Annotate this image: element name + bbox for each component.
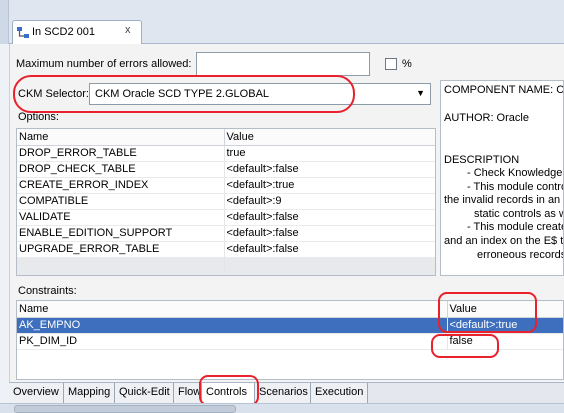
annotation-circle-false bbox=[431, 334, 499, 358]
knowledge-module-description: COMPONENT NAME: CKM AUTHOR: Oracle DESCR… bbox=[440, 80, 564, 276]
table-row[interactable]: UPGRADE_ERROR_TABLE <default>:false bbox=[17, 241, 435, 258]
max-errors-input[interactable] bbox=[196, 52, 370, 76]
option-value[interactable]: <default>:false bbox=[224, 209, 435, 226]
dropdown-arrow-icon[interactable]: ▼ bbox=[416, 88, 425, 98]
editor-tab-in-scd2[interactable]: In SCD2 001 x bbox=[12, 20, 142, 45]
description-line: the invalid records in an e bbox=[444, 194, 564, 206]
percent-label: % bbox=[402, 58, 412, 70]
tab-execution[interactable]: Execution bbox=[311, 383, 368, 403]
annotation-circle-controls bbox=[199, 375, 259, 406]
tab-flow[interactable]: Flow bbox=[174, 383, 202, 403]
table-row[interactable]: DROP_ERROR_TABLE true bbox=[17, 145, 435, 162]
close-icon[interactable]: x bbox=[125, 24, 131, 36]
editor-tab-label: In SCD2 001 bbox=[32, 26, 95, 38]
constraints-label: Constraints: bbox=[18, 285, 77, 297]
table-row[interactable]: COMPATIBLE <default>:9 bbox=[17, 193, 435, 210]
annotation-circle-value bbox=[438, 292, 537, 333]
option-name: COMPATIBLE bbox=[17, 193, 225, 210]
description-line: - This module control bbox=[467, 181, 564, 193]
constraint-name: PK_DIM_ID bbox=[17, 333, 448, 350]
option-name: ENABLE_EDITION_SUPPORT bbox=[17, 225, 225, 242]
option-name: UPGRADE_ERROR_TABLE bbox=[17, 241, 225, 258]
description-line: COMPONENT NAME: CKM bbox=[444, 84, 564, 96]
tab-scenarios[interactable]: Scenarios bbox=[255, 383, 311, 403]
options-header-name[interactable]: Name bbox=[17, 129, 225, 146]
constraints-header-name[interactable]: Name bbox=[17, 301, 448, 318]
tab-mapping[interactable]: Mapping bbox=[64, 383, 115, 403]
description-line: AUTHOR: Oracle bbox=[444, 112, 529, 124]
table-row[interactable]: VALIDATE <default>:false bbox=[17, 209, 435, 226]
max-errors-label: Maximum number of errors allowed: bbox=[16, 58, 192, 70]
tab-quick-edit[interactable]: Quick-Edit bbox=[115, 383, 174, 403]
options-header-value[interactable]: Value bbox=[224, 129, 435, 146]
description-line: and an index on the E$ ta bbox=[444, 235, 564, 247]
table-row[interactable]: CREATE_ERROR_INDEX <default>:true bbox=[17, 177, 435, 194]
description-line: static controls as w bbox=[474, 208, 564, 220]
option-value[interactable]: true bbox=[224, 145, 435, 162]
description-line: - Check Knowledge M bbox=[467, 167, 564, 179]
table-row[interactable]: DROP_CHECK_TABLE <default>:false bbox=[17, 161, 435, 178]
options-table: Name Value DROP_ERROR_TABLE true DROP_CHE… bbox=[16, 128, 436, 276]
table-filler bbox=[17, 257, 435, 275]
tab-overview[interactable]: Overview bbox=[9, 383, 64, 403]
option-name: VALIDATE bbox=[17, 209, 225, 226]
option-value[interactable]: <default>:true bbox=[224, 177, 435, 194]
option-name: DROP_ERROR_TABLE bbox=[17, 145, 225, 162]
scrollbar-thumb[interactable] bbox=[14, 405, 236, 413]
description-line: erroneous records bbox=[477, 249, 564, 261]
mapping-icon bbox=[17, 27, 29, 38]
description-line: - This module creates bbox=[467, 221, 564, 233]
option-name: DROP_CHECK_TABLE bbox=[17, 161, 225, 178]
percent-checkbox[interactable] bbox=[385, 58, 397, 70]
left-gutter bbox=[0, 0, 9, 44]
option-value[interactable]: <default>:false bbox=[224, 225, 435, 242]
options-label: Options: bbox=[18, 111, 59, 123]
option-value[interactable]: <default>:9 bbox=[224, 193, 435, 210]
annotation-circle-ckm bbox=[13, 75, 355, 113]
option-name: CREATE_ERROR_INDEX bbox=[17, 177, 225, 194]
description-line: DESCRIPTION bbox=[444, 154, 520, 166]
constraint-name: AK_EMPNO bbox=[17, 317, 448, 334]
editor-bottom-tabs: Overview Mapping Quick-Edit Flow Control… bbox=[9, 382, 564, 403]
table-row[interactable]: ENABLE_EDITION_SUPPORT <default>:false bbox=[17, 225, 435, 242]
option-value[interactable]: <default>:false bbox=[224, 161, 435, 178]
option-value[interactable]: <default>:false bbox=[224, 241, 435, 258]
